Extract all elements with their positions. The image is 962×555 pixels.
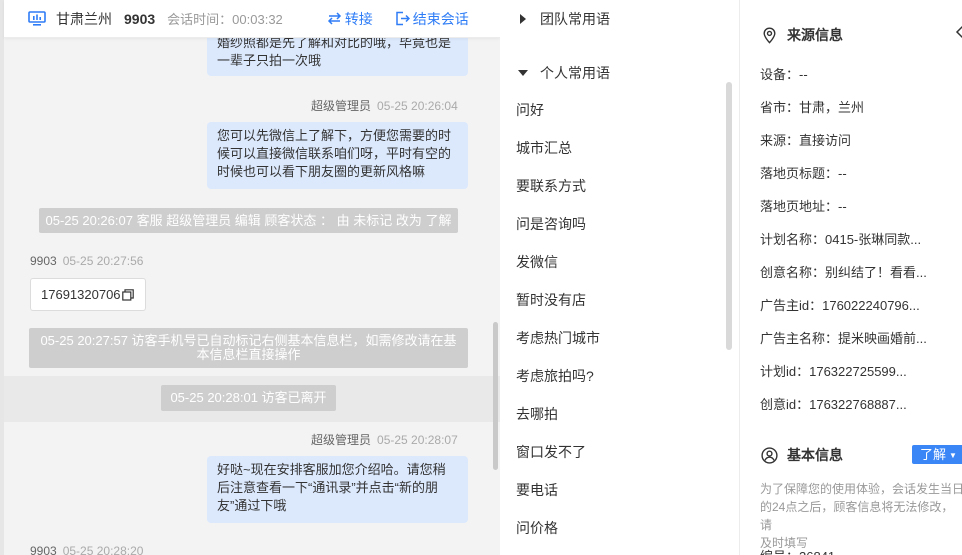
dropdown-caret-icon: ▼ (949, 451, 957, 460)
message-sender: 9903 05-25 20:28:20 (30, 544, 143, 555)
phrase-item[interactable]: 要电话 (516, 480, 558, 500)
caret-down-icon (518, 70, 528, 76)
phone-number-card[interactable]: 17691320706 (30, 278, 146, 311)
system-message-line: 05-25 20:27:57 访客手机号已自动标记右侧基本信息栏，如需修改请在基 (40, 333, 457, 348)
phrase-item[interactable]: 问价格 (516, 518, 558, 538)
phrases-scrollbar[interactable] (726, 82, 732, 350)
chat-bubble: 好哒~现在安排客服加您介绍哈。请您稍 后注意查看一下“通讯录”并点击“新的朋 友… (207, 456, 468, 523)
sender-name: 超级管理员 (311, 433, 372, 447)
location-pin-icon (763, 26, 776, 44)
message-time: 05-25 20:28:20 (62, 544, 144, 555)
bubble-line: 友”通过下哦 (217, 498, 287, 513)
system-message: 05-25 20:27:57 访客手机号已自动标记右侧基本信息栏，如需修改请在基… (29, 328, 468, 368)
info-note-line: 的24点之后，顾客信息将无法修改，请 (760, 500, 954, 532)
chat-panel: 甘肃兰州 9903 会话时间：00:03:32 转接 结束会话 婚纱照都是先了解… (0, 0, 500, 555)
info-source: 来源：直接访问 (760, 133, 852, 148)
source-info-title: 来源信息 (761, 25, 843, 45)
info-creative-name: 创意名称：别纠结了！看看... (760, 265, 927, 280)
chat-scrollbar[interactable] (493, 322, 498, 470)
phrase-item[interactable]: 窗口发不了 (516, 442, 586, 462)
sender-name: 超级管理员 (311, 99, 372, 113)
visitor-id: 9903 (124, 10, 156, 27)
phrase-item[interactable]: 城市汇总 (516, 138, 572, 158)
info-advertiser-name: 广告主名称：提米映画婚前... (760, 331, 927, 346)
phrase-item[interactable]: 发微信 (516, 252, 558, 272)
visitor-location: 甘肃兰州 (56, 10, 112, 27)
panel-edge (0, 0, 4, 555)
phrase-item[interactable]: 问是咨询吗 (516, 214, 586, 234)
chat-header: 甘肃兰州 9903 会话时间：00:03:32 转接 结束会话 (4, 0, 500, 38)
bubble-line: 候可以直接微信联系咱们呀，平时有空的 (217, 146, 452, 161)
message-sender: 9903 05-25 20:27:56 (30, 254, 143, 268)
sender-name: 9903 (30, 254, 57, 268)
session-duration: 会话时间：00:03:32 (167, 9, 283, 28)
bubble-line: 时候也可以看下朋友圈的更新风格嘛 (217, 164, 426, 179)
session-duration-value: 00:03:32 (232, 12, 283, 27)
info-creative-id: 创意id：176322768887... (760, 397, 907, 412)
phrase-item[interactable]: 要联系方式 (516, 176, 586, 196)
basic-info-title: 基本信息 (761, 445, 843, 465)
basic-info-label: 基本信息 (787, 447, 843, 463)
transfer-button[interactable]: 转接 (327, 9, 373, 29)
chat-bubble: 您可以先微信上了解下，方便您需要的时 候可以直接微信联系咱们呀，平时有空的 时候… (207, 122, 468, 189)
phrase-item[interactable]: 考虑旅拍吗? (516, 366, 594, 386)
source-info-label: 来源信息 (787, 27, 843, 43)
phrase-item[interactable]: 考虑热门城市 (516, 328, 600, 348)
info-plan-name: 计划名称：0415-张琳同款... (760, 232, 922, 247)
team-phrases-label: 团队常用语 (540, 11, 610, 27)
info-advertiser-id: 广告主id：176022240796... (760, 298, 920, 313)
system-message: 05-25 20:26:07 客服 超级管理员 编辑 顾客状态 ： 由 未标记 … (39, 208, 458, 233)
copy-icon[interactable] (121, 288, 134, 301)
caret-right-icon (520, 14, 526, 24)
end-session-button[interactable]: 结束会话 (395, 9, 469, 29)
bubble-line: 好哒~现在安排客服加您介绍哈。请您稍 (217, 462, 446, 477)
info-device: 设备：-- (760, 67, 808, 82)
phrase-item[interactable]: 去哪拍 (516, 404, 558, 424)
message-sender: 超级管理员 05-25 20:26:04 (311, 97, 458, 114)
collapse-icon[interactable] (955, 24, 962, 40)
phrases-panel: 团队常用语 个人常用语 问好 城市汇总 要联系方式 问是咨询吗 发微信 暂时没有… (500, 0, 740, 555)
session-duration-label: 会话时间： (167, 12, 233, 27)
logout-icon (396, 11, 410, 26)
info-panel: 来源信息 设备：-- 省市：甘肃，兰州 来源：直接访问 落地页标题：-- 落地页… (741, 0, 962, 555)
message-time: 05-25 20:27:56 (62, 254, 144, 268)
user-circle-icon (761, 446, 778, 464)
personal-phrases-group[interactable]: 个人常用语 (518, 63, 610, 83)
info-landing-url: 落地页地址：-- (760, 199, 847, 214)
system-message: 05-25 20:28:01 访客已离开 (161, 385, 336, 411)
info-landing-title: 落地页标题：-- (760, 166, 847, 181)
monitor-icon (28, 11, 46, 26)
message-sender: 超级管理员 05-25 20:28:07 (311, 431, 458, 448)
system-message-line: 本信息栏直接操作 (196, 347, 301, 362)
bubble-line: 您可以先微信上了解下，方便您需要的时 (217, 128, 452, 143)
info-number: 编号：26841 (760, 546, 835, 555)
personal-phrases-label: 个人常用语 (540, 65, 610, 81)
end-session-label: 结束会话 (412, 10, 469, 27)
phrase-item[interactable]: 问好 (516, 100, 544, 120)
customer-status-dropdown[interactable]: 了解 ▼ (912, 445, 962, 464)
phrase-item[interactable]: 暂时没有店 (516, 290, 586, 310)
bubble-line: 后注意查看一下“通讯录”并点击“新的朋 (217, 480, 438, 495)
transfer-label: 转接 (344, 10, 373, 27)
phone-number: 17691320706 (41, 287, 121, 302)
bubble-line: 一辈子只拍一次哦 (217, 53, 322, 68)
info-province: 省市：甘肃，兰州 (760, 100, 865, 115)
info-note-line: 为了保障您的使用体验，会话发生当日 (760, 482, 962, 496)
info-plan-id: 计划id：176322725599... (760, 364, 907, 379)
transfer-icon (327, 12, 341, 25)
sender-name: 9903 (30, 544, 57, 555)
customer-status-value: 了解 (920, 447, 947, 462)
team-phrases-group[interactable]: 团队常用语 (518, 9, 610, 29)
message-time: 05-25 20:26:04 (377, 99, 458, 113)
info-note: 为了保障您的使用体验，会话发生当日 的24点之后，顾客信息将无法修改，请 及时填… (760, 480, 962, 552)
message-time: 05-25 20:28:07 (377, 433, 458, 447)
